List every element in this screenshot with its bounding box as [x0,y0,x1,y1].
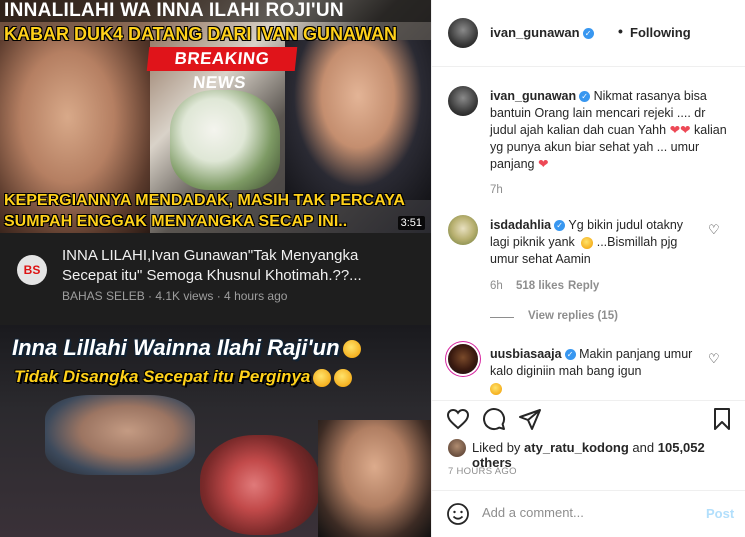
comment-text: isdadahlia ✓ Yg bikin judul otakny lagi p… [490,218,684,266]
comment-username[interactable]: uusbiasaaja [490,347,562,361]
comment-avatar[interactable] [448,215,478,245]
comment-likes[interactable]: 518 likes [516,280,564,292]
share-paper-plane-icon[interactable] [518,407,542,431]
thumbnail-caption-line-1: KEPERGIANNYA MENDADAK, MASIH TAK PERCAYA [4,192,405,209]
crying-emoji-icon [313,368,332,387]
post-actions: Liked by aty_ratu_kodong and 105,052 oth… [432,400,745,490]
comment-text: uusbiasaaja ✓ Makin panjang umur kalo dig… [490,346,702,397]
thumbnail-patient-image [45,395,195,475]
thumbnail-title: INNALILAHI WA INNA ILAHI ROJI'UN [0,0,431,22]
comment-time: 7h [490,184,503,196]
video-thumbnail-1[interactable]: INNALILAHI WA INNA ILAHI ROJI'UN KABAR D… [0,0,431,233]
comments-list[interactable]: ivan_gunawan ✓ Nikmat rasanya bisa bantui… [432,68,745,400]
header-separator: • [618,23,623,39]
crying-emoji-icon [334,368,353,387]
post-comment-button[interactable]: Post [706,506,734,521]
thumbnail-flowers-image [170,90,280,190]
author-username[interactable]: ivan_gunawan ✓ [490,25,594,40]
video-meta: BAHAS SELEB · 4.1K views · 4 hours ago [62,289,288,303]
crying-emoji-icon [342,340,361,359]
crying-emoji-icon [490,382,502,395]
verified-badge-icon: ✓ [582,28,594,40]
author-avatar[interactable] [448,18,478,48]
comment-avatar[interactable] [448,86,478,116]
comment-username[interactable]: isdadahlia [490,218,551,232]
view-replies-line [490,317,514,318]
post-media[interactable]: INNALILAHI WA INNA ILAHI ROJI'UN KABAR D… [0,0,431,537]
laughing-emoji-icon [581,236,594,249]
thumbnail-2-title: Inna Lillahi Wainna Ilahi Raji'un [12,335,361,361]
add-comment-bar: Post [432,490,745,537]
like-heart-icon[interactable] [446,407,470,431]
save-bookmark-icon[interactable] [710,407,734,431]
thumbnail-man-image [285,40,431,200]
thumbnail-2-subtitle: Tidak Disangka Secepat itu Perginya [14,367,353,387]
following-button[interactable]: Following [630,25,691,40]
channel-avatar[interactable]: BS [17,255,47,285]
thumbnail-subtitle: KABAR DUK4 DATANG DARI IVAN GUNAWAN [4,24,397,44]
video-duration-badge: 3:51 [397,216,425,230]
verified-badge-icon: ✓ [564,349,576,361]
reply-button[interactable]: Reply [568,280,599,292]
thumbnail-man-image-2 [318,420,431,537]
comment-username[interactable]: ivan_gunawan [490,89,576,103]
video-thumbnail-2[interactable]: Inna Lillahi Wainna Ilahi Raji'un Tidak … [0,325,431,537]
emoji-smiley-icon[interactable] [446,502,470,526]
view-replies-button[interactable]: View replies (15) [528,310,618,322]
red-heart-emoji-icon: ❤ [537,157,549,171]
comment-avatar[interactable] [448,344,478,374]
comment-like-heart-icon[interactable]: ♡ [708,351,720,367]
thumbnail-grave-flowers-image [200,435,320,535]
comment-bubble-icon[interactable] [482,407,506,431]
comment-like-heart-icon[interactable]: ♡ [708,222,720,238]
thumbnail-caption-line-2: SUMPAH ENGGAK MENYANGKA SECAP INI.. [4,213,348,230]
post-timestamp[interactable]: 7 HOURS AGO [448,466,517,477]
video-info-row[interactable]: BS INNA LILAHI,Ivan Gunawan"Tak Menyangk… [0,233,431,325]
comment-time: 6h [490,280,503,292]
post-side-panel: ivan_gunawan ✓ • Following ivan_gunawan ✓ … [431,0,745,537]
liker-avatar[interactable] [448,439,466,457]
red-heart-emoji-icon: ❤❤ [669,123,691,137]
post-header: ivan_gunawan ✓ • Following [432,0,745,67]
verified-badge-icon: ✓ [579,91,591,103]
video-title[interactable]: INNA LILAHI,Ivan Gunawan"Tak Menyangka S… [62,246,402,286]
liker-username[interactable]: aty_ratu_kodong [524,440,629,455]
breaking-news-banner: BREAKING NEWS [146,47,298,92]
caption-text: ivan_gunawan ✓ Nikmat rasanya bisa bantui… [490,89,727,171]
verified-badge-icon: ✓ [554,220,566,232]
add-comment-input[interactable] [482,505,692,520]
